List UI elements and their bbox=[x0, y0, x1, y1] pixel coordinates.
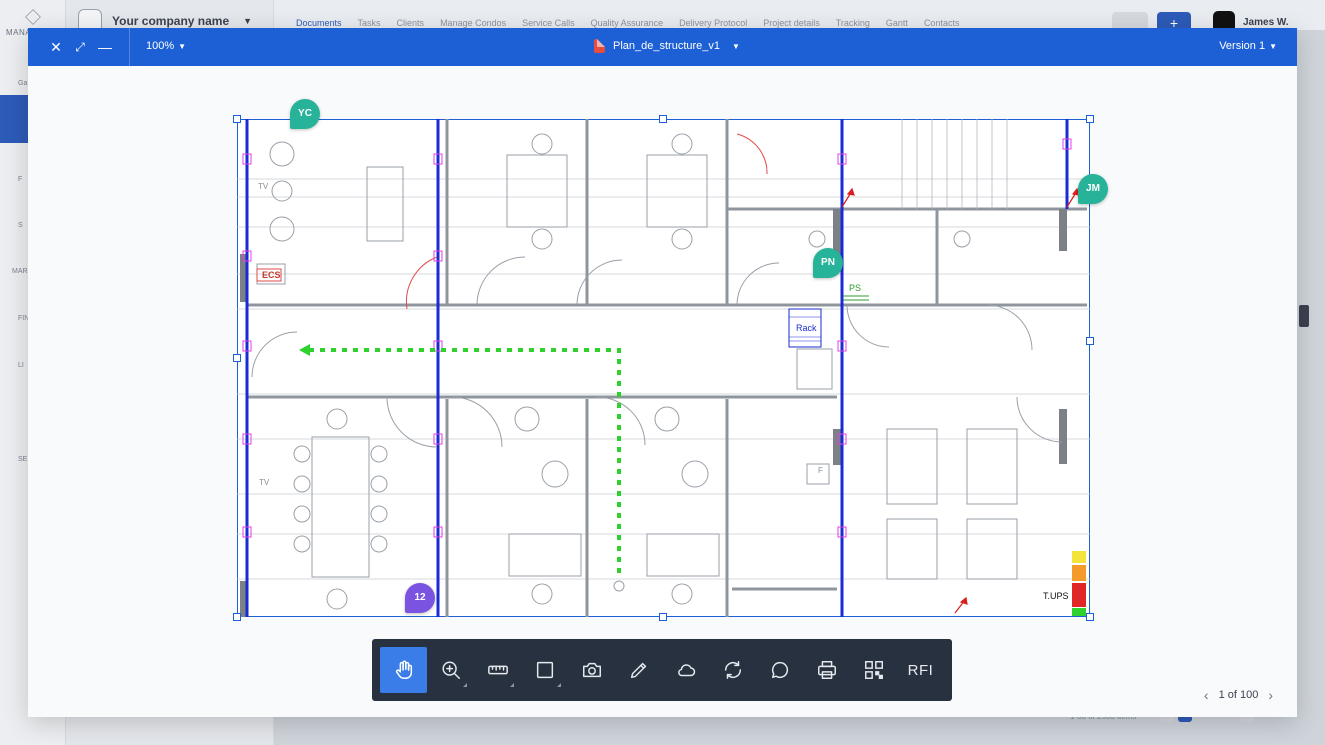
pin-initials: YC bbox=[298, 108, 312, 119]
zoom-select[interactable]: 100% ▼ bbox=[146, 40, 186, 52]
qr-code-tool-button[interactable] bbox=[850, 647, 897, 693]
resize-handle[interactable] bbox=[659, 613, 667, 621]
print-tool-button[interactable] bbox=[803, 647, 850, 693]
zoom-tool-button[interactable] bbox=[427, 647, 474, 693]
cloud-icon bbox=[677, 664, 695, 677]
chevron-down-icon: ▼ bbox=[1269, 42, 1277, 51]
sidebar-fragment: F bbox=[18, 176, 23, 183]
pin-jm[interactable]: JM bbox=[1078, 174, 1108, 204]
expand-icon[interactable]: ⤢ bbox=[71, 38, 89, 56]
submenu-indicator bbox=[510, 683, 514, 687]
rfi-tool-button[interactable]: RFI bbox=[897, 647, 944, 693]
comment-icon bbox=[771, 661, 788, 679]
refresh-icon bbox=[724, 661, 741, 679]
qr-code-icon bbox=[864, 661, 883, 679]
refresh-tool-button[interactable] bbox=[709, 647, 756, 693]
file-selector[interactable]: Plan_de_structure_v1 ▼ bbox=[594, 39, 740, 53]
header-divider bbox=[129, 28, 130, 66]
minimize-icon[interactable]: — bbox=[96, 38, 114, 56]
pin-yc[interactable]: YC bbox=[290, 99, 320, 129]
tab-clients[interactable]: Clients bbox=[397, 18, 425, 28]
tab-delivery-protocol[interactable]: Delivery Protocol bbox=[679, 18, 747, 28]
tab-project-details[interactable]: Project details bbox=[763, 18, 820, 28]
submenu-indicator bbox=[557, 683, 561, 687]
zoom-in-icon bbox=[441, 661, 460, 679]
version-label: Version 1 bbox=[1219, 40, 1266, 52]
resize-handle[interactable] bbox=[233, 354, 241, 362]
tab-service-calls[interactable]: Service Calls bbox=[522, 18, 575, 28]
pencil-tool-button[interactable] bbox=[615, 647, 662, 693]
tab-contacts[interactable]: Contacts bbox=[924, 18, 960, 28]
resize-handle[interactable] bbox=[233, 613, 241, 621]
floor-plan[interactable]: ECS Rack PS TV TV T.UPS F bbox=[233, 115, 1094, 621]
tab-gantt[interactable]: Gantt bbox=[886, 18, 908, 28]
sidebar-fragment: SE bbox=[18, 456, 28, 463]
page-indicator: 1 of 100 bbox=[1218, 689, 1259, 701]
resize-handle[interactable] bbox=[1086, 337, 1094, 345]
resize-handle[interactable] bbox=[659, 115, 667, 123]
rack-label: Rack bbox=[796, 323, 817, 333]
version-select[interactable]: Version 1 ▼ bbox=[1219, 40, 1277, 52]
tab-tasks[interactable]: Tasks bbox=[358, 18, 381, 28]
pin-initials: 12 bbox=[414, 592, 426, 603]
document-viewer-modal: ✕ ⤢ — 100% ▼ Plan_de_structure_v1 ▼ Versi… bbox=[28, 28, 1297, 717]
chevron-down-icon: ▼ bbox=[178, 42, 187, 51]
camera-icon bbox=[582, 662, 601, 678]
f-label: F bbox=[818, 466, 823, 475]
chevron-down-icon: ▼ bbox=[732, 41, 740, 51]
ruler-icon bbox=[487, 665, 508, 675]
tab-tracking[interactable]: Tracking bbox=[836, 18, 870, 28]
company-name: Your company name bbox=[112, 14, 230, 28]
chevron-left-icon[interactable]: ‹ bbox=[1204, 687, 1209, 703]
floor-plan-drawing bbox=[237, 119, 1090, 617]
hand-icon bbox=[395, 660, 412, 679]
background-tabs: Documents Tasks Clients Manage Condos Se… bbox=[296, 18, 975, 28]
chevron-right-icon[interactable]: › bbox=[1268, 687, 1273, 703]
rectangle-icon bbox=[536, 661, 553, 679]
sidebar-fragment: LI bbox=[18, 362, 24, 369]
shape-tool-button[interactable] bbox=[521, 647, 568, 693]
pan-tool-button[interactable] bbox=[380, 647, 427, 693]
pin-initials: PN bbox=[821, 257, 835, 268]
chevron-down-icon: ▼ bbox=[243, 16, 253, 26]
comment-tool-button[interactable] bbox=[756, 647, 803, 693]
zoom-value: 100% bbox=[146, 40, 175, 52]
page-navigator: ‹ 1 of 100 › bbox=[1204, 687, 1273, 703]
tab-manage-condos[interactable]: Manage Condos bbox=[440, 18, 506, 28]
resize-handle[interactable] bbox=[1086, 115, 1094, 123]
tv-label: TV bbox=[258, 182, 269, 191]
t-ups-label: T.UPS bbox=[1043, 591, 1069, 601]
pin-12[interactable]: 12 bbox=[405, 583, 435, 613]
tab-quality-assurance[interactable]: Quality Assurance bbox=[591, 18, 664, 28]
viewer-canvas[interactable]: ECS Rack PS TV TV T.UPS F YC JM PN 12 RF… bbox=[28, 66, 1297, 717]
user-name: James W. bbox=[1243, 16, 1289, 28]
sidebar-fragment: S bbox=[18, 222, 23, 229]
submenu-indicator bbox=[463, 683, 467, 687]
rfi-label: RFI bbox=[907, 661, 934, 679]
ps-label: PS bbox=[849, 283, 862, 293]
tv-label: TV bbox=[259, 478, 270, 487]
measure-tool-button[interactable] bbox=[474, 647, 521, 693]
file-name: Plan_de_structure_v1 bbox=[613, 40, 721, 52]
resize-handle[interactable] bbox=[1086, 613, 1094, 621]
scroll-marker bbox=[1299, 305, 1309, 327]
tab-documents[interactable]: Documents bbox=[296, 18, 342, 28]
pin-pn[interactable]: PN bbox=[813, 248, 843, 278]
print-icon bbox=[817, 661, 836, 679]
cloud-tool-button[interactable] bbox=[662, 647, 709, 693]
camera-tool-button[interactable] bbox=[568, 647, 615, 693]
close-icon[interactable]: ✕ bbox=[47, 38, 65, 56]
pdf-file-icon bbox=[594, 39, 605, 53]
ecs-label: ECS bbox=[262, 270, 281, 280]
pin-initials: JM bbox=[1086, 183, 1100, 194]
annotation-toolbar: RFI bbox=[372, 639, 952, 701]
viewer-header: ✕ ⤢ — 100% ▼ Plan_de_structure_v1 ▼ Versi… bbox=[28, 28, 1297, 66]
sidebar-fragment: MAR bbox=[12, 268, 28, 275]
resize-handle[interactable] bbox=[233, 115, 241, 123]
cube-icon bbox=[25, 9, 41, 25]
sidebar-fragment: Ga bbox=[18, 80, 28, 87]
pencil-icon bbox=[630, 662, 646, 679]
